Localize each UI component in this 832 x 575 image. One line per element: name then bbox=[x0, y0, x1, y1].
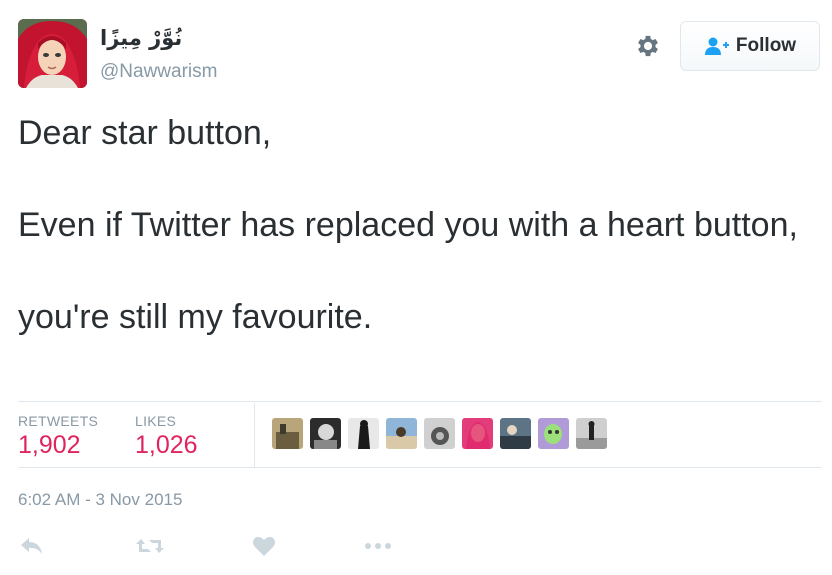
tweet-text: Dear star button, Even if Twitter has re… bbox=[18, 110, 808, 340]
tweet-line: you're still my favourite. bbox=[18, 298, 373, 336]
liker-avatar-7[interactable] bbox=[500, 418, 531, 449]
retweet-icon bbox=[136, 539, 164, 553]
like-icon bbox=[253, 536, 275, 556]
stats-top-divider bbox=[18, 401, 822, 402]
reply-icon bbox=[21, 538, 42, 554]
add-user-icon bbox=[704, 36, 730, 56]
liker-avatar-2[interactable] bbox=[310, 418, 341, 449]
liker-avatar-1[interactable] bbox=[272, 418, 303, 449]
avatar-image-icon bbox=[18, 19, 87, 88]
retweet-button[interactable] bbox=[135, 533, 165, 559]
liker-avatar-3[interactable] bbox=[348, 418, 379, 449]
tweet-line: Even if Twitter has replaced you with a … bbox=[18, 206, 798, 244]
user-avatar[interactable] bbox=[18, 19, 87, 88]
tweet-timestamp[interactable]: 6:02 AM - 3 Nov 2015 bbox=[18, 490, 182, 510]
liker-avatar-9[interactable] bbox=[576, 418, 607, 449]
tweet-line: Dear star button, bbox=[18, 114, 272, 152]
likes-count: 1,026 bbox=[135, 431, 198, 459]
user-handle[interactable]: @Nawwarism bbox=[100, 61, 217, 83]
retweets-label: RETWEETS bbox=[18, 413, 99, 429]
gear-icon[interactable] bbox=[634, 32, 662, 60]
more-button[interactable] bbox=[364, 533, 394, 559]
retweets-count: 1,902 bbox=[18, 431, 81, 459]
stats-separator bbox=[254, 403, 255, 467]
likes-label: LIKES bbox=[135, 413, 177, 429]
follow-label: Follow bbox=[735, 35, 797, 56]
follow-button[interactable]: Follow bbox=[680, 21, 820, 71]
liker-avatars bbox=[272, 418, 607, 449]
more-icon bbox=[365, 543, 391, 549]
liker-avatar-8[interactable] bbox=[538, 418, 569, 449]
reply-button[interactable] bbox=[20, 533, 44, 559]
liker-avatar-4[interactable] bbox=[386, 418, 417, 449]
likes-stat[interactable]: LIKES 1,026 bbox=[135, 413, 198, 460]
like-button[interactable] bbox=[252, 533, 276, 559]
liker-avatar-5[interactable] bbox=[424, 418, 455, 449]
stats-bottom-divider bbox=[18, 467, 822, 468]
retweets-stat[interactable]: RETWEETS 1,902 bbox=[18, 413, 98, 460]
display-name[interactable]: نُوَّرْ مِيزًا bbox=[100, 26, 182, 50]
liker-avatar-6[interactable] bbox=[462, 418, 493, 449]
